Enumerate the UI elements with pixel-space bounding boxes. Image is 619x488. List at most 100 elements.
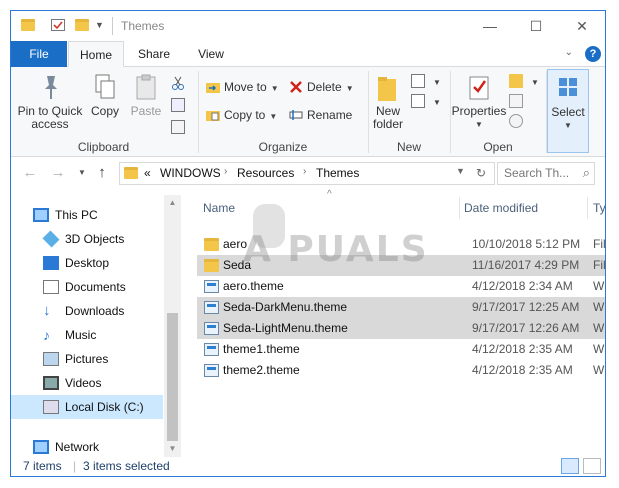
- maximize-button[interactable]: ☐: [513, 11, 559, 41]
- back-arrow-icon[interactable]: ←: [21, 164, 39, 182]
- nav-scrollbar[interactable]: ▲ ▼: [164, 195, 181, 457]
- nav-item-label: Desktop: [65, 256, 110, 270]
- select-button[interactable]: Select ▼: [547, 69, 589, 153]
- nav-music[interactable]: ♪ Music: [11, 323, 163, 347]
- copy-button[interactable]: Copy: [87, 73, 123, 118]
- file-type: Wind: [593, 300, 606, 314]
- file-row[interactable]: aero.theme 4/12/2018 2:34 AM Wind: [197, 276, 605, 297]
- address-overflow[interactable]: «: [144, 166, 151, 180]
- new-folder-button[interactable]: New folder: [369, 73, 407, 131]
- cut-button[interactable]: [171, 73, 189, 93]
- breadcrumb-chevron-icon[interactable]: ›: [224, 166, 227, 177]
- folder-icon: [204, 259, 219, 272]
- delete-button[interactable]: Delete ▼: [289, 77, 354, 97]
- desktop-icon: [43, 256, 59, 270]
- new-item-caret-icon: ▼: [433, 78, 441, 87]
- file-date: 9/17/2017 12:26 AM: [472, 321, 580, 335]
- file-row[interactable]: Seda-DarkMenu.theme 9/17/2017 12:25 AM W…: [197, 297, 606, 318]
- tab-file[interactable]: File: [11, 41, 67, 67]
- breadcrumb-windows[interactable]: WINDOWS: [160, 166, 221, 180]
- properties-button[interactable]: Properties ▼: [449, 73, 509, 131]
- explorer-window: ▼ Themes — ☐ ✕ File Home Share View ⌄ ? …: [10, 10, 606, 477]
- copy-to-button[interactable]: Copy to ▼: [206, 105, 277, 125]
- details-view-icon[interactable]: [561, 458, 579, 474]
- file-type: Wind: [593, 342, 606, 356]
- title-separator: [112, 17, 113, 35]
- ribbon-home: Pin to Quick access Copy Paste Clipboard…: [11, 67, 605, 157]
- properties-label: Properties: [451, 104, 507, 118]
- history-button[interactable]: [509, 111, 527, 131]
- nav-desktop[interactable]: Desktop: [11, 251, 163, 275]
- file-row[interactable]: theme2.theme 4/12/2018 2:35 AM Wind: [197, 360, 605, 381]
- breadcrumb-resources[interactable]: Resources: [237, 166, 294, 180]
- scrollbar-thumb[interactable]: [167, 313, 178, 441]
- easy-access-icon: [411, 93, 425, 108]
- theme-file-icon: [204, 343, 219, 356]
- edit-button[interactable]: [509, 91, 527, 111]
- tab-home[interactable]: Home: [68, 41, 124, 67]
- clipboard-group-label: Clipboard: [77, 140, 130, 154]
- paste-button[interactable]: Paste: [127, 73, 165, 118]
- up-arrow-icon[interactable]: ↑: [93, 164, 111, 182]
- move-to-button[interactable]: Move to ▼: [206, 77, 279, 97]
- large-icons-view-icon[interactable]: [583, 458, 601, 474]
- nav-item-label: Downloads: [65, 304, 125, 318]
- tab-share[interactable]: Share: [126, 41, 182, 67]
- close-button[interactable]: ✕: [559, 11, 605, 41]
- file-name: theme1.theme: [223, 342, 300, 356]
- column-separator[interactable]: [587, 197, 588, 219]
- copy-path-button[interactable]: [171, 95, 189, 115]
- help-icon[interactable]: ?: [585, 46, 601, 62]
- column-separator[interactable]: [459, 197, 460, 219]
- copy-label: Copy: [90, 104, 119, 118]
- window-title: Themes: [121, 19, 165, 33]
- column-header-date[interactable]: Date modified: [464, 195, 538, 221]
- file-type: File f: [593, 258, 606, 272]
- address-dropdown-icon[interactable]: ▼: [456, 166, 465, 176]
- file-date: 9/17/2017 12:25 AM: [472, 300, 580, 314]
- nav-3d-objects[interactable]: 3D Objects: [11, 227, 163, 251]
- new-folder-quick-icon[interactable]: [75, 19, 89, 31]
- nav-downloads[interactable]: ↓ Downloads: [11, 299, 163, 323]
- nav-item-label: Music: [65, 328, 97, 342]
- forward-arrow-icon[interactable]: →: [49, 164, 67, 182]
- file-row[interactable]: Seda-LightMenu.theme 9/17/2017 12:26 AM …: [197, 318, 605, 339]
- open-button[interactable]: ▼: [509, 71, 539, 91]
- column-header-name[interactable]: Name: [203, 195, 235, 221]
- ribbon-collapse-icon[interactable]: ⌄: [565, 47, 573, 58]
- refresh-icon[interactable]: ↻: [476, 166, 486, 180]
- search-box[interactable]: Search Th... ⌕: [497, 162, 595, 185]
- edit-icon: [509, 93, 523, 108]
- theme-file-icon: [204, 364, 219, 377]
- recent-locations-icon[interactable]: ▼: [73, 164, 91, 182]
- delete-caret-icon: ▼: [345, 84, 354, 93]
- new-item-button[interactable]: ▼: [411, 71, 441, 91]
- pin-to-quick-access-button[interactable]: Pin to Quick access: [17, 73, 83, 131]
- breadcrumb-themes[interactable]: Themes: [316, 166, 359, 180]
- nav-pictures[interactable]: Pictures: [11, 347, 163, 371]
- column-header-type[interactable]: Type: [593, 195, 605, 221]
- move-to-caret-icon: ▼: [270, 84, 279, 93]
- address-bar[interactable]: « WINDOWS › Resources › Themes ▼ ↻: [119, 162, 495, 185]
- easy-access-button[interactable]: ▼: [411, 91, 441, 111]
- file-row[interactable]: theme1.theme 4/12/2018 2:35 AM Wind: [197, 339, 606, 360]
- quick-access-dropdown-icon[interactable]: ▼: [95, 19, 109, 31]
- address-folder-icon: [124, 167, 138, 179]
- nav-videos[interactable]: Videos: [11, 371, 163, 395]
- paste-shortcut-button[interactable]: [171, 117, 189, 137]
- search-icon[interactable]: ⌕: [583, 165, 590, 181]
- breadcrumb-chevron-icon[interactable]: ›: [303, 166, 306, 177]
- rename-button[interactable]: Rename: [289, 105, 352, 125]
- nav-local-disk[interactable]: Local Disk (C:): [11, 395, 163, 419]
- scroll-up-icon[interactable]: ▲: [164, 195, 181, 211]
- search-input[interactable]: Search Th...: [504, 166, 569, 180]
- tab-view[interactable]: View: [183, 41, 239, 67]
- properties-check-icon[interactable]: [51, 19, 65, 31]
- nav-documents[interactable]: Documents: [11, 275, 163, 299]
- paste-icon: [133, 73, 159, 101]
- copy-path-icon: [171, 97, 185, 112]
- ribbon-tabs: File Home Share View ⌄ ?: [11, 41, 605, 67]
- minimize-button[interactable]: —: [467, 11, 513, 41]
- file-date: 4/12/2018 2:35 AM: [472, 363, 573, 377]
- nav-this-pc[interactable]: This PC: [11, 203, 163, 227]
